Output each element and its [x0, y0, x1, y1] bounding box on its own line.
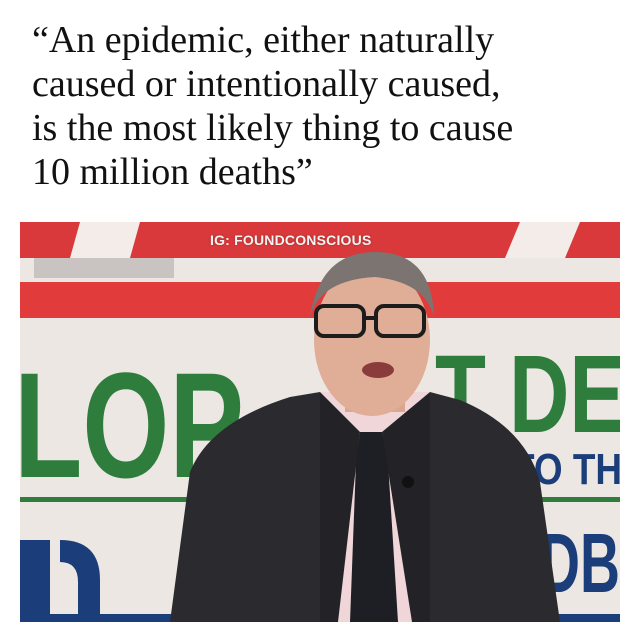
backdrop-grey-bar [34, 258, 174, 278]
mouth [362, 362, 394, 378]
watermark-text: IG: FOUNDCONSCIOUS [210, 232, 372, 248]
quote-line: “An epidemic, either naturally [32, 19, 495, 61]
backdrop-blue-shape [20, 540, 50, 622]
quote-line: is the most likely thing to cause [32, 107, 514, 149]
quote-caption: “An epidemic, either naturally caused or… [32, 18, 622, 194]
speaker-photo: LOP T DE TO TH NDB IG: FOUNDCONSCIOUS [20, 222, 620, 622]
quote-line: 10 million deaths” [32, 151, 313, 193]
backdrop-stripe [70, 222, 140, 258]
quote-line: caused or intentionally caused, [32, 63, 501, 105]
photo-scene: LOP T DE TO TH NDB [20, 222, 620, 622]
lapel-microphone [402, 476, 414, 488]
